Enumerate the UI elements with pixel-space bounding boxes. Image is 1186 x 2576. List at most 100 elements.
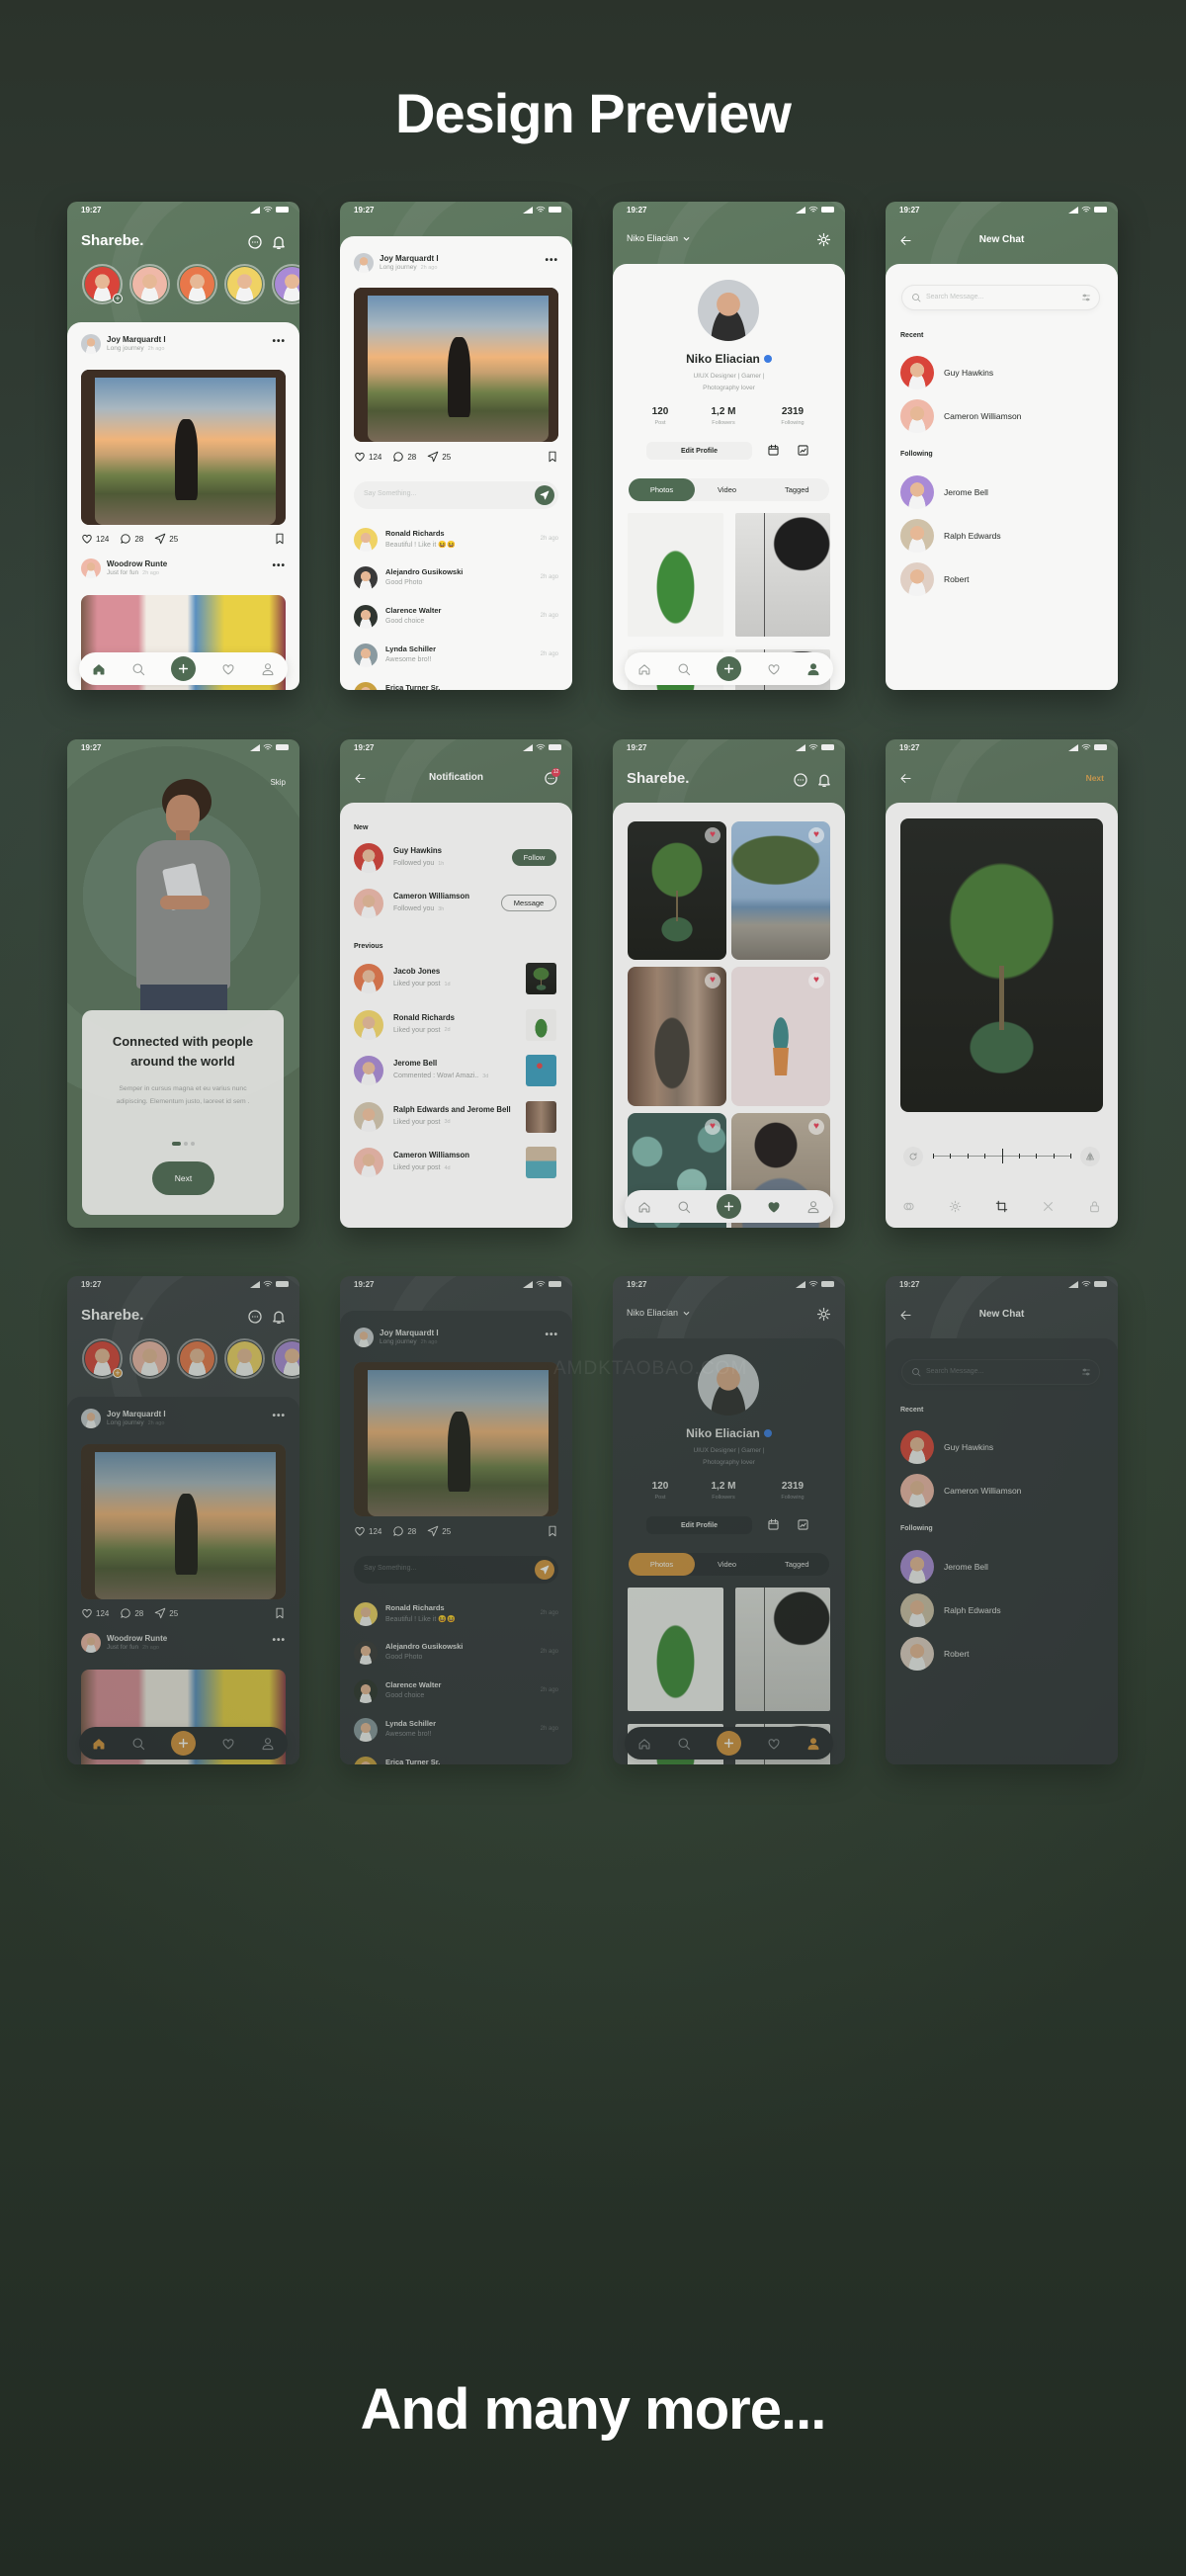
nav-heart[interactable] <box>767 1737 781 1751</box>
explore-item[interactable]: ♥ <box>731 821 830 960</box>
tab-tagged[interactable]: Tagged <box>785 1560 809 1569</box>
nav-user[interactable] <box>806 1200 820 1214</box>
comment-icon[interactable] <box>392 1525 404 1537</box>
contact-item[interactable]: Cameron Williamson <box>886 399 1118 433</box>
comment-input[interactable]: Say Something... <box>354 1556 558 1584</box>
explore-item[interactable]: ♥ <box>628 821 726 960</box>
follow-button[interactable]: Follow <box>512 849 556 866</box>
next-button[interactable]: Next <box>1086 773 1104 783</box>
notification-item[interactable]: Jacob Jones Liked your post 1d <box>340 2036 572 2068</box>
nav-user[interactable] <box>261 662 275 676</box>
explore-item[interactable]: ♥ <box>731 2187 830 2301</box>
rotation-slider[interactable] <box>933 2222 1071 2237</box>
rotate-button[interactable] <box>903 1147 923 1166</box>
chart-icon[interactable] <box>797 1518 809 1531</box>
story[interactable] <box>224 1338 265 1379</box>
nav-user[interactable] <box>806 1737 820 1751</box>
next-button[interactable]: Next <box>1086 1846 1104 1856</box>
page-dot[interactable] <box>171 2215 181 2219</box>
heart-icon[interactable] <box>81 533 93 545</box>
page-dot[interactable] <box>190 1142 195 1146</box>
notification-item[interactable]: Jerome Bell Commented : Wow! Amazi.. 3d <box>340 1055 572 1086</box>
page-dot[interactable] <box>171 1142 181 1146</box>
liked-heart-icon[interactable]: ♥ <box>808 827 824 843</box>
bell-icon[interactable] <box>271 1309 287 1325</box>
story[interactable] <box>129 1338 170 1379</box>
tool-tools[interactable] <box>1042 2274 1055 2291</box>
chat-icon[interactable] <box>793 1846 808 1861</box>
notification-item[interactable]: Cameron Williamson Liked your post 4d <box>340 1147 572 1178</box>
send-icon[interactable] <box>154 1607 166 1619</box>
create-post-button[interactable] <box>171 1731 196 1756</box>
explore-item[interactable]: ♥ <box>628 2040 726 2180</box>
send-icon[interactable] <box>154 533 166 545</box>
nav-home[interactable] <box>92 1737 106 1751</box>
nav-user[interactable] <box>806 2274 820 2287</box>
skip-button[interactable]: Skip <box>270 1851 286 1860</box>
liked-heart-icon[interactable]: ♥ <box>705 2192 720 2208</box>
liked-heart-icon[interactable]: ♥ <box>808 2192 824 2208</box>
liked-heart-icon[interactable]: ♥ <box>808 1119 824 1135</box>
nav-search[interactable] <box>677 1737 691 1751</box>
flip-button[interactable] <box>1080 2220 1100 2240</box>
bookmark-icon[interactable] <box>274 533 286 545</box>
liked-heart-icon[interactable]: ♥ <box>705 827 720 843</box>
explore-item[interactable]: ♥ <box>731 967 830 1106</box>
back-icon[interactable] <box>354 1846 367 1858</box>
nav-heart[interactable] <box>221 662 235 676</box>
nav-search[interactable] <box>677 2274 691 2287</box>
notification-item[interactable]: Cameron Williamson Followed you 3h Message <box>340 1961 572 1993</box>
bell-icon[interactable] <box>816 772 832 788</box>
tab-photos[interactable]: Photos <box>629 478 695 501</box>
more-icon[interactable]: ••• <box>272 1411 286 1421</box>
calendar-icon[interactable] <box>767 444 780 457</box>
bell-icon[interactable] <box>271 234 287 250</box>
page-dot[interactable] <box>183 2215 188 2219</box>
nav-home[interactable] <box>637 662 651 676</box>
contact-item[interactable]: Guy Hawkins <box>886 356 1118 389</box>
send-icon[interactable] <box>427 451 439 463</box>
bell-icon[interactable] <box>816 1846 832 1861</box>
create-post-button[interactable] <box>717 656 741 681</box>
bookmark-icon[interactable] <box>547 1525 558 1537</box>
contact-item[interactable]: Jerome Bell <box>886 475 1118 509</box>
create-post-button[interactable] <box>717 1731 741 1756</box>
nav-user[interactable] <box>261 1737 275 1751</box>
tool-crop[interactable] <box>995 1200 1008 1218</box>
story[interactable] <box>272 264 299 304</box>
nav-heart[interactable] <box>767 1200 781 1214</box>
back-icon[interactable] <box>899 1846 912 1858</box>
add-story-icon[interactable]: + <box>113 294 123 303</box>
bookmark-icon[interactable] <box>274 1607 286 1619</box>
add-story-icon[interactable]: + <box>113 1368 123 1378</box>
contact-item[interactable]: Jerome Bell <box>886 1550 1118 1584</box>
page-dot[interactable] <box>190 2215 195 2219</box>
liked-heart-icon[interactable]: ♥ <box>705 1119 720 1135</box>
notification-item[interactable]: Jacob Jones Liked your post 1d <box>340 963 572 994</box>
rotation-slider[interactable] <box>933 1149 1071 1163</box>
search-input[interactable]: Search Message... <box>901 1359 1100 1385</box>
chat-icon[interactable] <box>544 1845 558 1859</box>
tool-filterc[interactable] <box>902 1200 915 1218</box>
tab-tagged[interactable]: Tagged <box>785 485 809 494</box>
send-comment-button[interactable] <box>535 1560 554 1580</box>
contact-item[interactable]: Robert <box>886 1637 1118 1671</box>
chat-icon[interactable] <box>793 772 808 788</box>
gear-icon[interactable] <box>816 232 831 247</box>
more-icon[interactable]: ••• <box>545 255 558 266</box>
calendar-icon[interactable] <box>767 1518 780 1531</box>
tab-video[interactable]: Video <box>718 485 736 494</box>
nav-search[interactable] <box>677 1200 691 1214</box>
page-dot[interactable] <box>183 1142 188 1146</box>
notification-item[interactable]: Guy Hawkins Followed you 1h Follow <box>340 842 572 874</box>
story[interactable] <box>129 264 170 304</box>
nav-search[interactable] <box>131 662 145 676</box>
filter-icon[interactable] <box>1081 293 1091 302</box>
explore-item[interactable]: ♥ <box>731 1895 830 2033</box>
comment-icon[interactable] <box>392 451 404 463</box>
notification-item[interactable]: Guy Hawkins Followed you 1h Follow <box>340 1916 572 1947</box>
liked-heart-icon[interactable]: ♥ <box>705 1901 720 1917</box>
notification-item[interactable]: Cameron Williamson Followed you 3h Message <box>340 888 572 919</box>
tool-lock[interactable] <box>1088 2274 1101 2291</box>
tool-sun[interactable] <box>949 2274 962 2291</box>
